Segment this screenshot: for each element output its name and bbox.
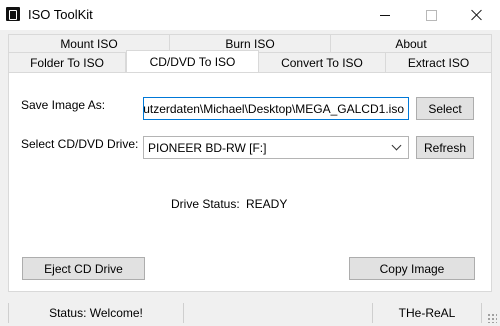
select-button[interactable]: Select [416,97,474,120]
title-bar: ISO ToolKit [0,0,500,30]
tab-panel: Save Image As: utzerdaten\Michael\Deskto… [8,72,492,292]
resize-grip[interactable] [487,313,497,323]
maximize-button[interactable] [408,0,454,30]
minimize-icon [380,14,390,16]
close-icon [471,9,483,21]
tab-folder-to-iso[interactable]: Folder To ISO [8,52,126,72]
tab-extract-iso[interactable]: Extract ISO [386,52,492,72]
drive-status-label: Drive Status: [171,197,240,211]
save-path-field[interactable]: utzerdaten\Michael\Desktop\MEGA_GALCD1.i… [143,97,409,120]
save-image-label: Save Image As: [21,98,106,112]
chevron-down-icon [391,140,402,151]
tab-cd-dvd-to-iso[interactable]: CD/DVD To ISO [126,50,259,72]
copy-image-button[interactable]: Copy Image [349,257,475,280]
drive-select[interactable]: PIONEER BD-RW [F:] [143,136,409,159]
minimize-button[interactable] [362,0,408,30]
credit-text: THe-ReAL [372,303,482,323]
save-path-value: utzerdaten\Michael\Desktop\MEGA_GALCD1.i… [143,101,404,116]
tab-row-bottom: Folder To ISO CD/DVD To ISO Convert To I… [8,50,492,72]
tab-convert-to-iso[interactable]: Convert To ISO [259,52,386,72]
close-button[interactable] [454,0,500,30]
refresh-button[interactable]: Refresh [416,136,474,159]
status-text: Status: Welcome! [8,303,184,323]
window-title: ISO ToolKit [28,7,93,22]
tab-about[interactable]: About [331,34,492,52]
app-window: ISO ToolKit Mount ISO Burn ISO About Fol… [0,0,500,326]
drive-select-value: PIONEER BD-RW [F:] [148,140,267,155]
eject-cd-button[interactable]: Eject CD Drive [22,257,145,280]
select-drive-label: Select CD/DVD Drive: [21,137,139,151]
drive-status-value: READY [246,197,288,211]
app-icon [6,7,20,21]
maximize-icon [425,9,437,21]
status-bar: Status: Welcome! THe-ReAL [0,301,500,326]
